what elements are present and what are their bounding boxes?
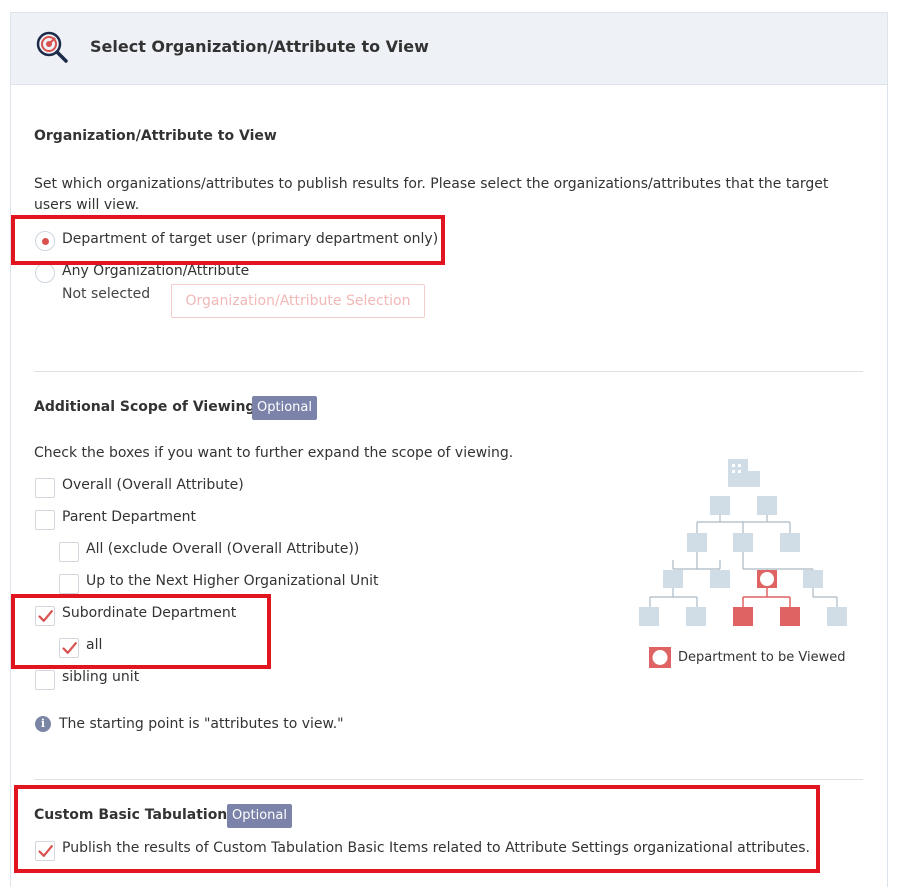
legend-label: Department to be Viewed xyxy=(678,650,846,665)
page-title: Select Organization/Attribute to View xyxy=(90,37,429,56)
checkbox-label-parent-department: Parent Department xyxy=(62,509,196,525)
highlight-box-subordinate xyxy=(11,594,271,669)
org-tree-diagram xyxy=(639,459,847,626)
organization-selection-button[interactable]: Organization/Attribute Selection xyxy=(171,284,425,318)
checkbox-label-parent-all: All (exclude Overall (Overall Attribute)… xyxy=(86,541,360,557)
search-target-icon xyxy=(36,31,68,63)
scope-section-title: Additional Scope of Viewing xyxy=(34,399,256,415)
optional-badge: Optional xyxy=(252,396,317,420)
highlight-box-primary-department xyxy=(11,215,445,265)
checkbox-parent-department[interactable] xyxy=(35,510,55,530)
divider xyxy=(34,371,863,372)
divider xyxy=(34,779,863,780)
legend-viewed-icon xyxy=(649,647,671,668)
checkbox-next-higher-unit[interactable] xyxy=(59,574,79,594)
checkbox-label-next-higher-unit: Up to the Next Higher Organizational Uni… xyxy=(86,573,379,589)
checkbox-label-overall: Overall (Overall Attribute) xyxy=(62,477,244,493)
info-text: The starting point is "attributes to vie… xyxy=(59,716,344,732)
scope-section-description: Check the boxes if you want to further e… xyxy=(34,445,514,461)
radio-any-organization[interactable] xyxy=(35,263,55,283)
checkbox-label-sibling-unit: sibling unit xyxy=(62,669,140,685)
checkbox-parent-all[interactable] xyxy=(59,542,79,562)
building-icon xyxy=(728,459,760,487)
checkbox-sibling-unit[interactable] xyxy=(35,670,55,690)
selection-status-text: Not selected xyxy=(62,286,151,302)
info-icon: i xyxy=(35,716,51,732)
viewed-department-node xyxy=(757,570,777,588)
highlight-box-custom-tabulation xyxy=(14,785,820,873)
org-section-description: Set which organizations/attributes to pu… xyxy=(34,176,829,213)
radio-label-any-organization: Any Organization/Attribute xyxy=(62,263,250,279)
checkbox-overall[interactable] xyxy=(35,478,55,498)
panel-header: Select Organization/Attribute to View xyxy=(11,13,887,85)
org-section-title: Organization/Attribute to View xyxy=(34,128,277,144)
